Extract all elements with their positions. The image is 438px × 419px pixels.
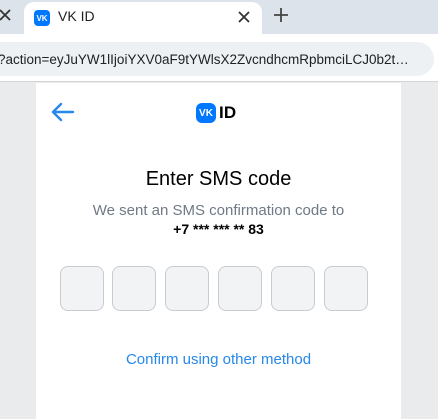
- vk-logo-icon: VK: [196, 103, 216, 123]
- logo-text: ID: [219, 103, 237, 122]
- code-digit-input-2[interactable]: [112, 266, 156, 311]
- confirm-other-method-link[interactable]: Confirm using other method: [36, 351, 401, 368]
- page-title: Enter SMS code: [145, 168, 292, 190]
- code-digit-input-1[interactable]: [60, 266, 104, 311]
- browser-tab-active[interactable]: VK VK ID: [24, 2, 262, 34]
- page-content: VK ID Enter SMS code We sent an SMS conf…: [0, 83, 438, 419]
- code-digit-input-5[interactable]: [271, 266, 315, 311]
- code-digit-input-3[interactable]: [165, 266, 209, 311]
- back-arrow-icon[interactable]: [50, 101, 76, 123]
- url-text: ?action=eyJuYW1lIjoiYXV0aF9tYWlsX2Zvcndh…: [0, 52, 409, 67]
- auth-card: VK ID Enter SMS code We sent an SMS conf…: [36, 83, 401, 419]
- subtitle: We sent an SMS confirmation code to: [92, 202, 345, 219]
- masked-phone-number: +7 *** *** ** 83: [173, 221, 264, 237]
- address-bar: ?action=eyJuYW1lIjoiYXV0aF9tYWlsX2Zvcndh…: [0, 34, 438, 82]
- url-input[interactable]: ?action=eyJuYW1lIjoiYXV0aF9tYWlsX2Zvcndh…: [0, 42, 434, 76]
- code-digit-input-6[interactable]: [324, 266, 368, 311]
- vk-favicon-icon: VK: [34, 10, 50, 26]
- tab-title: VK ID: [58, 8, 95, 24]
- plus-icon[interactable]: [273, 7, 289, 23]
- vk-id-logo: VK ID: [196, 103, 236, 123]
- close-icon[interactable]: [0, 8, 12, 22]
- sms-code-input-group: [60, 266, 368, 311]
- code-digit-input-4[interactable]: [218, 266, 262, 311]
- tab-strip: VK VK ID: [0, 0, 438, 34]
- close-icon[interactable]: [237, 10, 251, 24]
